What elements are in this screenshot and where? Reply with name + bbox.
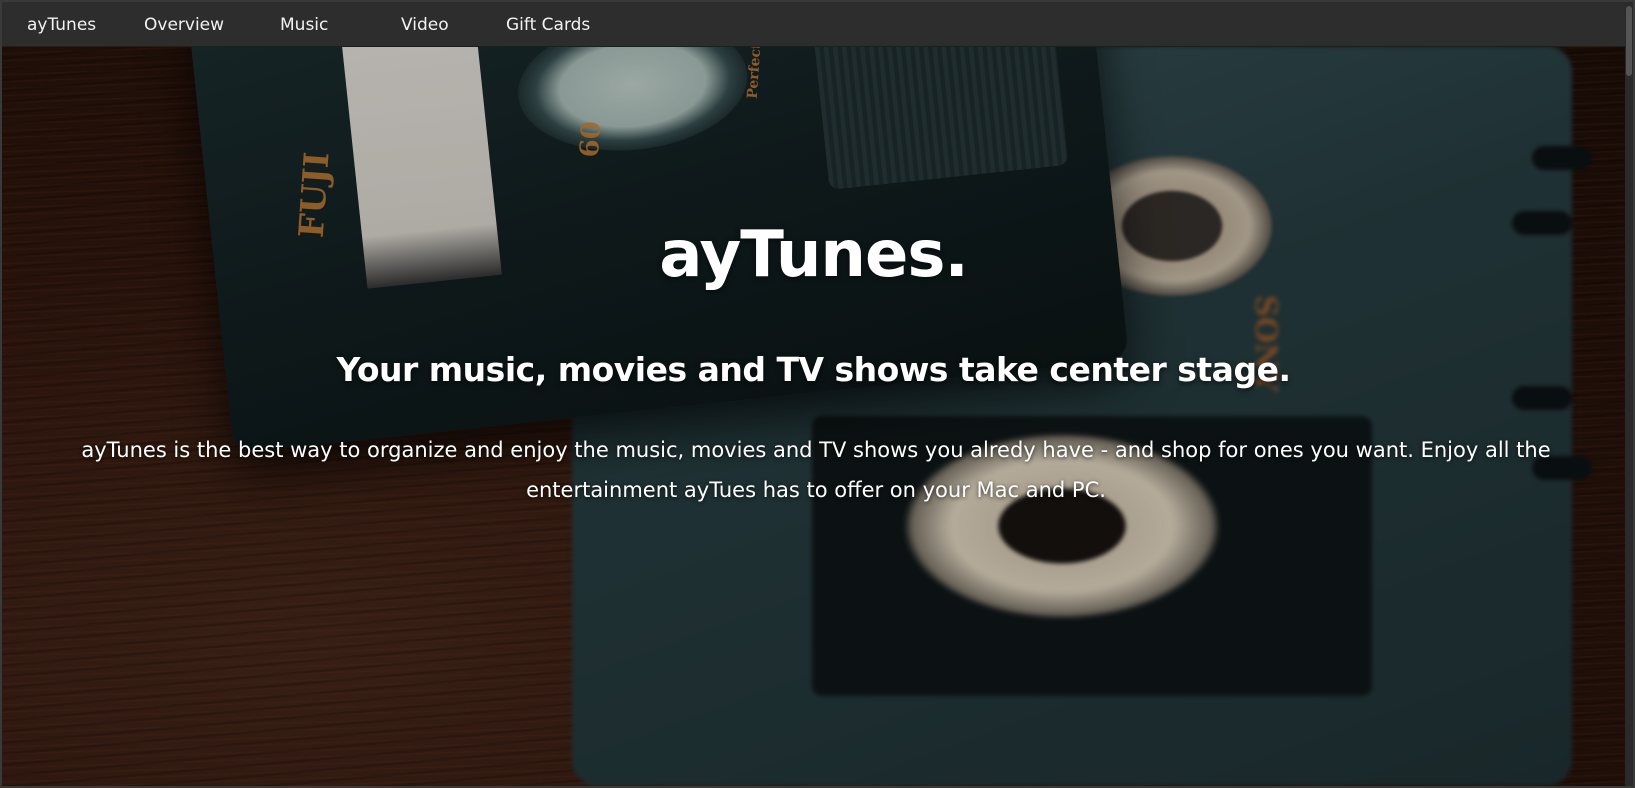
top-navbar: ayTunes Overview Music Video Gift Cards	[2, 2, 1633, 47]
vertical-scrollbar[interactable]	[1625, 2, 1633, 786]
hero-description: ayTunes is the best way to organize and …	[81, 438, 1551, 502]
nav-brand-link[interactable]: ayTunes	[27, 2, 96, 46]
browser-frame: ayTunes Overview Music Video Gift Cards …	[0, 0, 1635, 788]
nav-item-gift-cards[interactable]: Gift Cards	[506, 2, 590, 46]
hero-subtitle: Your music, movies and TV shows take cen…	[336, 350, 1292, 389]
nav-item-video[interactable]: Video	[401, 2, 449, 46]
hero-section: SONY FUJI 60 Perfect for Everyday Music …	[2, 46, 1625, 786]
nav-item-music[interactable]: Music	[280, 2, 328, 46]
nav-item-overview[interactable]: Overview	[144, 2, 224, 46]
hero-content: ayTunes. Your music, movies and TV shows…	[2, 46, 1625, 786]
hero-title: ayTunes.	[659, 218, 969, 292]
scrollbar-thumb[interactable]	[1626, 6, 1632, 76]
